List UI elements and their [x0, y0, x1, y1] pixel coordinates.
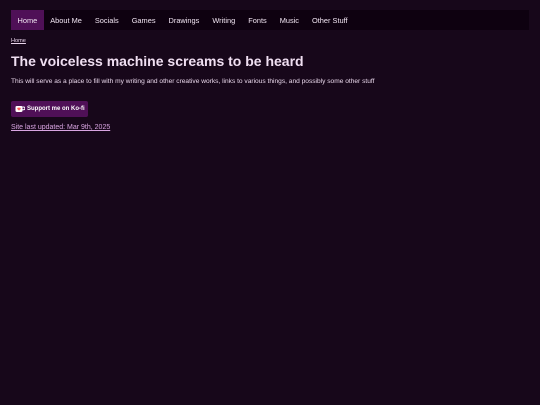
nav-item-writing[interactable]: Writing: [206, 10, 242, 30]
nav-item-drawings[interactable]: Drawings: [162, 10, 206, 30]
nav-item-games[interactable]: Games: [125, 10, 162, 30]
top-nav: Home About Me Socials Games Drawings Wri…: [11, 10, 529, 30]
nav-item-socials[interactable]: Socials: [88, 10, 125, 30]
kofi-support-label: Support me on Ko-fi: [27, 106, 85, 112]
page-description: This will serve as a place to fill with …: [11, 78, 375, 85]
nav-item-home[interactable]: Home: [11, 10, 44, 30]
nav-item-fonts[interactable]: Fonts: [242, 10, 273, 30]
kofi-cup-icon: [15, 105, 25, 113]
page-title: The voiceless machine screams to be hear…: [11, 53, 304, 69]
nav-item-other-stuff[interactable]: Other Stuff: [306, 10, 355, 30]
last-updated-link[interactable]: Site last updated: Mar 9th, 2025: [11, 124, 110, 131]
nav-item-about-me[interactable]: About Me: [44, 10, 89, 30]
kofi-support-button[interactable]: Support me on Ko-fi: [11, 101, 88, 117]
breadcrumb-home-link[interactable]: Home: [11, 38, 26, 44]
nav-item-music[interactable]: Music: [273, 10, 305, 30]
